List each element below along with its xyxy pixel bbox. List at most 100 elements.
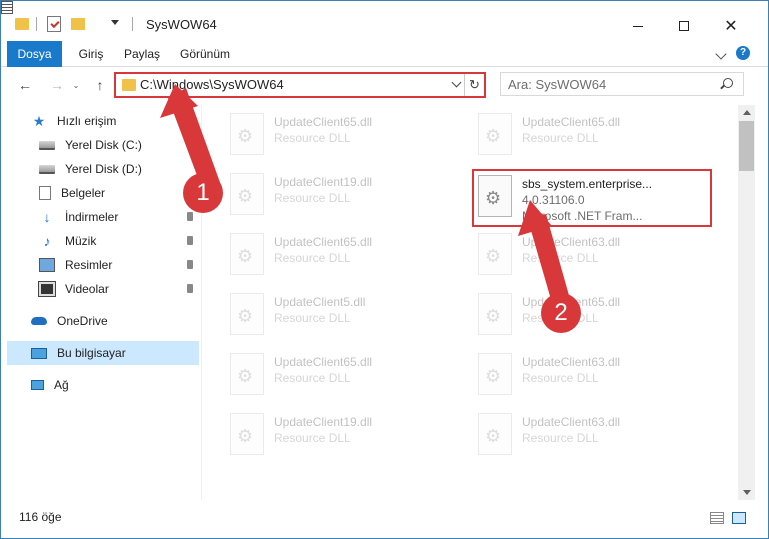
minimize-icon bbox=[633, 25, 643, 27]
tab-file[interactable]: Dosya bbox=[7, 41, 62, 67]
sidebar-item-label: İndirmeler bbox=[65, 210, 119, 224]
maximize-icon bbox=[679, 21, 689, 31]
search-placeholder: Ara: SysWOW64 bbox=[508, 77, 607, 92]
pin-icon[interactable] bbox=[187, 284, 193, 293]
sidebar-item-downloads[interactable]: ↓ İndirmeler bbox=[7, 205, 199, 229]
sidebar-item-label: Belgeler bbox=[61, 186, 106, 200]
recent-locations-button[interactable]: ⌄ bbox=[71, 75, 81, 95]
file-name: UpdateClient5.dll bbox=[274, 295, 366, 309]
minimize-button[interactable] bbox=[615, 11, 661, 41]
file-description: Microsoft .NET Fram... bbox=[522, 209, 643, 223]
explorer-window: SysWOW64 ✕ Dosya Giriş Paylaş Görünüm ? … bbox=[0, 0, 769, 539]
sidebar-item-label: Müzik bbox=[65, 234, 97, 248]
dll-file-icon bbox=[478, 175, 512, 217]
file-item[interactable]: UpdateClient65.dll Resource DLL bbox=[474, 109, 704, 165]
properties-icon[interactable] bbox=[47, 16, 61, 32]
scroll-up-icon[interactable] bbox=[743, 110, 751, 115]
file-list: UpdateClient65.dll Resource DLL UpdateCl… bbox=[202, 105, 738, 500]
sidebar-item-music[interactable]: ♪ Müzik bbox=[7, 229, 199, 253]
customize-toolbar-chevron-icon[interactable] bbox=[111, 20, 119, 25]
disk-icon bbox=[39, 164, 55, 174]
close-button[interactable]: ✕ bbox=[708, 11, 754, 41]
sidebar-item-label: Bu bilgisayar bbox=[57, 346, 126, 360]
dll-file-icon bbox=[478, 293, 512, 335]
pin-icon[interactable] bbox=[187, 236, 193, 245]
sidebar-item-this-pc[interactable]: Bu bilgisayar bbox=[7, 341, 199, 365]
dll-file-icon bbox=[230, 173, 264, 215]
help-icon[interactable]: ? bbox=[736, 46, 750, 60]
sidebar-item-label: Yerel Disk (C:) bbox=[65, 138, 142, 152]
toolbar-divider bbox=[132, 17, 133, 31]
folder-icon bbox=[122, 79, 136, 91]
sidebar-item-quick-access[interactable]: ★ Hızlı erişim bbox=[7, 109, 199, 133]
file-item[interactable]: UpdateClient63.dll Resource DLL bbox=[474, 409, 704, 465]
view-icon[interactable] bbox=[1, 1, 13, 14]
tab-home[interactable]: Giriş bbox=[71, 41, 111, 67]
file-type: Resource DLL bbox=[522, 431, 599, 445]
file-item[interactable]: UpdateClient19.dll Resource DLL bbox=[226, 169, 456, 225]
maximize-button[interactable] bbox=[661, 11, 707, 41]
file-type: Resource DLL bbox=[274, 431, 351, 445]
expand-ribbon-chevron-icon[interactable] bbox=[715, 48, 727, 60]
dll-file-icon bbox=[230, 413, 264, 455]
dll-file-icon bbox=[478, 233, 512, 275]
sidebar-item-disk-c[interactable]: Yerel Disk (C:) bbox=[7, 133, 199, 157]
search-input[interactable]: Ara: SysWOW64 bbox=[500, 72, 744, 96]
pin-icon[interactable] bbox=[187, 260, 193, 269]
file-item[interactable]: UpdateClient19.dll Resource DLL bbox=[226, 409, 456, 465]
pin-icon[interactable] bbox=[187, 212, 193, 221]
music-icon: ♪ bbox=[43, 233, 51, 249]
new-folder-icon[interactable] bbox=[71, 18, 85, 30]
sidebar-item-network[interactable]: Ağ bbox=[7, 373, 199, 397]
sidebar-item-documents[interactable]: Belgeler bbox=[7, 181, 199, 205]
sidebar-item-onedrive[interactable]: OneDrive bbox=[7, 309, 199, 333]
folder-icon bbox=[15, 18, 29, 30]
vertical-scrollbar[interactable] bbox=[738, 105, 755, 500]
up-button[interactable]: ↑ bbox=[90, 75, 110, 95]
dll-file-icon bbox=[478, 113, 512, 155]
computer-icon bbox=[31, 347, 47, 359]
file-name: UpdateClient63.dll bbox=[522, 415, 621, 429]
item-count: 116 öğe bbox=[19, 510, 62, 524]
file-item[interactable]: UpdateClient65.dll Resource DLL bbox=[226, 229, 456, 285]
status-bar: 116 öğe bbox=[1, 501, 768, 538]
tab-view[interactable]: Görünüm bbox=[174, 41, 236, 67]
scroll-down-icon[interactable] bbox=[743, 490, 751, 495]
file-item[interactable]: UpdateClient63.dll Resource DLL bbox=[474, 229, 704, 285]
large-icons-view-icon[interactable] bbox=[732, 512, 746, 524]
scrollbar-thumb[interactable] bbox=[739, 121, 754, 171]
window-title: SysWOW64 bbox=[146, 17, 217, 32]
address-path[interactable]: C:\Windows\SysWOW64 bbox=[140, 77, 284, 92]
details-view-icon[interactable] bbox=[710, 512, 724, 524]
file-item[interactable]: UpdateClient65.dll Resource DLL bbox=[226, 349, 456, 405]
file-type: Resource DLL bbox=[274, 311, 351, 325]
refresh-button[interactable]: ↻ bbox=[464, 74, 484, 96]
address-dropdown-icon[interactable] bbox=[451, 77, 462, 88]
sidebar-item-pictures[interactable]: Resimler bbox=[7, 253, 199, 277]
network-icon bbox=[31, 380, 44, 390]
file-name: UpdateClient65.dll bbox=[274, 235, 373, 249]
dll-file-icon bbox=[230, 293, 264, 335]
file-name: UpdateClient65.dll bbox=[274, 355, 373, 369]
sidebar-item-disk-d[interactable]: Yerel Disk (D:) bbox=[7, 157, 199, 181]
onedrive-icon bbox=[31, 317, 47, 325]
address-bar[interactable]: C:\Windows\SysWOW64 ↻ bbox=[114, 72, 486, 98]
toolbar-divider bbox=[36, 17, 37, 31]
title-bar: SysWOW64 ✕ bbox=[1, 1, 768, 41]
documents-icon bbox=[39, 186, 51, 200]
dll-file-icon bbox=[478, 413, 512, 455]
sidebar-item-videos[interactable]: Videolar bbox=[7, 277, 199, 301]
tab-share[interactable]: Paylaş bbox=[118, 41, 166, 67]
dll-file-icon bbox=[230, 233, 264, 275]
highlighted-file-item[interactable]: sbs_system.enterprise... 4.0.31106.0 Mic… bbox=[472, 169, 712, 227]
back-button[interactable]: ← bbox=[15, 75, 35, 95]
file-item[interactable]: UpdateClient65.dll Resource DLL bbox=[474, 289, 704, 345]
forward-button[interactable]: → bbox=[47, 75, 67, 95]
file-item[interactable]: UpdateClient5.dll Resource DLL bbox=[226, 289, 456, 345]
file-type: Resource DLL bbox=[522, 371, 599, 385]
file-item[interactable]: UpdateClient63.dll Resource DLL bbox=[474, 349, 704, 405]
file-item[interactable]: UpdateClient65.dll Resource DLL bbox=[226, 109, 456, 165]
file-type: Resource DLL bbox=[522, 131, 599, 145]
navigation-pane: ★ Hızlı erişim Yerel Disk (C:) Yerel Dis… bbox=[1, 105, 201, 500]
step-2-badge: 2 bbox=[541, 293, 581, 333]
